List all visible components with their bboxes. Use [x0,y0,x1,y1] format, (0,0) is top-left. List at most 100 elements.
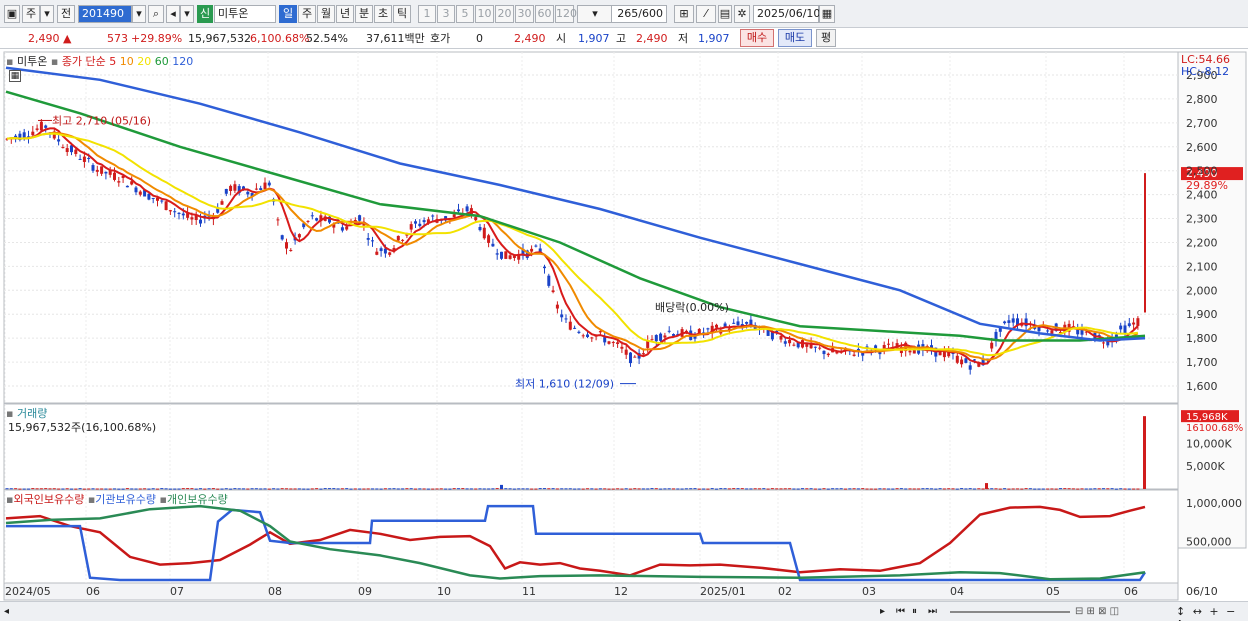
price-tick-label: 2,100 [1186,260,1218,273]
volume-bar [1097,488,1101,490]
speaker-icon[interactable]: ◂ [166,5,180,23]
tab-period-6[interactable]: 틱 [393,5,411,23]
volume-bar [478,488,482,490]
volume-bar [87,488,91,490]
candle-body [452,214,456,218]
volume-bar [835,488,839,490]
tab-period-0[interactable]: 일 [279,5,297,23]
zoom-slider[interactable] [950,611,1070,613]
volume-bar [882,488,886,490]
volume-bar [1106,488,1110,490]
chevron-down-icon[interactable]: ▾ [40,5,54,23]
volume-bar [727,488,731,490]
search-icon[interactable]: ⌕ [148,5,164,23]
tool-icons[interactable]: ⊟ ⊞ ⊠ ◫ [1075,605,1155,618]
x-axis-label: 2024/05 [5,585,51,598]
price-tick-label: 1,600 [1186,380,1218,393]
candle-body [254,188,258,190]
volume-bar [267,488,271,490]
price-tick-label: 2,000 [1186,284,1218,297]
volume-bar [130,488,134,490]
candle-icon[interactable]: ⊞ [674,5,694,23]
interval-button-120[interactable]: 120 [555,5,577,23]
code-dropdown-icon[interactable]: ▾ [132,5,146,23]
volume-bar [547,488,551,490]
candle-body [779,336,783,340]
chart-toolbar: ▣ 주 ▾ 전 201490 ▾ ⌕ ◂ ▾ 신 미투온 일주월년분초틱1351… [0,0,1248,28]
scroll-right-icon[interactable]: ▸ [880,605,894,618]
sell-button[interactable]: 매도 [778,29,812,47]
volume-bar [1076,488,1080,490]
stock-name-field[interactable]: 미투온 [214,5,276,23]
interval-button-20[interactable]: 20 [495,5,514,23]
candle-body [431,215,435,217]
volume-bar [749,488,753,490]
hc-value: HC:-8.12 [1181,65,1230,78]
volume-bar [654,488,658,490]
new-badge: 신 [197,5,213,23]
volume-bar [607,488,611,490]
zoom-controls[interactable]: ↕ ↔ + − A [1176,605,1246,621]
max-annotation: 최고 2,710 (05/16) [52,114,151,127]
interval-button-3[interactable]: 3 [437,5,455,23]
last-icon[interactable]: ⏭ [928,605,942,618]
candle-body [508,255,512,259]
x-axis-label: 06/10 [1186,585,1218,598]
volume-bar [426,488,430,490]
quote-bar: 2,490 ▲ 573 +29.89% 15,967,532 6,100.68%… [0,28,1248,49]
interval-dropdown[interactable]: ▾ [577,5,613,23]
volume-bar [1071,488,1075,490]
volume-bar [439,488,443,490]
interval-button-10[interactable]: 10 [475,5,494,23]
eval-button[interactable]: 평 [816,29,836,47]
volume-bar [125,488,129,490]
date-field[interactable]: 2025/06/10 [753,5,820,23]
stock-chart[interactable]: 최고 2,710 (05/16) 최저 1,610 (12/09) 배당락(0.00… [0,49,1248,601]
scroll-left-icon[interactable]: ◂ [4,605,16,618]
stock-code-input[interactable]: 201490 [78,5,132,23]
candle-body [177,212,181,215]
candle-body [1050,330,1054,334]
calendar-icon[interactable]: ▦ [819,5,835,23]
chevron-down-icon[interactable]: ▾ [180,5,194,23]
window-icon[interactable]: ▣ [4,5,20,23]
volume-bar [233,488,237,490]
draw-line-icon[interactable]: ⁄ [696,5,716,23]
tab-period-1[interactable]: 주 [298,5,316,23]
period-select[interactable]: 주 [22,5,40,23]
tab-period-2[interactable]: 월 [317,5,335,23]
table-icon[interactable]: ▦ [9,70,21,82]
candle-body [74,149,78,154]
interval-button-1[interactable]: 1 [418,5,436,23]
buy-button[interactable]: 매수 [740,29,774,47]
x-axis-label: 07 [170,585,184,598]
prev-button[interactable]: 전 [57,5,75,23]
interval-button-60[interactable]: 60 [535,5,554,23]
legend-ma-60: 60 [151,55,169,68]
volume-bar [138,488,142,490]
interval-button-30[interactable]: 30 [515,5,534,23]
data-count-field[interactable]: 265/600 [611,5,667,23]
volume-bar [1102,488,1105,490]
tab-period-4[interactable]: 분 [355,5,373,23]
volume-bar [719,488,723,490]
candle-body [1102,342,1105,344]
volume-bar [246,488,250,490]
first-icon[interactable]: ⏮ [896,605,910,618]
legend-marker-icon: ▪ [6,55,14,68]
pane-frame-1 [3,403,1179,490]
volume-bar [706,488,710,490]
volume-bar [637,488,641,490]
scroll-bar[interactable]: ◂ ▸ ⏮ ⏸ ⏭ ⊟ ⊞ ⊠ ◫ ↕ ↔ + − A [0,601,1248,621]
volume-bar [482,488,486,490]
pause-icon[interactable]: ⏸ [912,605,926,618]
volume-bar [134,488,138,490]
volume-bar [555,488,559,490]
volume-bar [177,488,181,490]
x-axis-label: 08 [268,585,282,598]
save-icon[interactable]: ▤ [718,5,732,23]
gear-icon[interactable]: ✲ [734,5,750,23]
tab-period-5[interactable]: 초 [374,5,392,23]
interval-button-5[interactable]: 5 [456,5,474,23]
tab-period-3[interactable]: 년 [336,5,354,23]
